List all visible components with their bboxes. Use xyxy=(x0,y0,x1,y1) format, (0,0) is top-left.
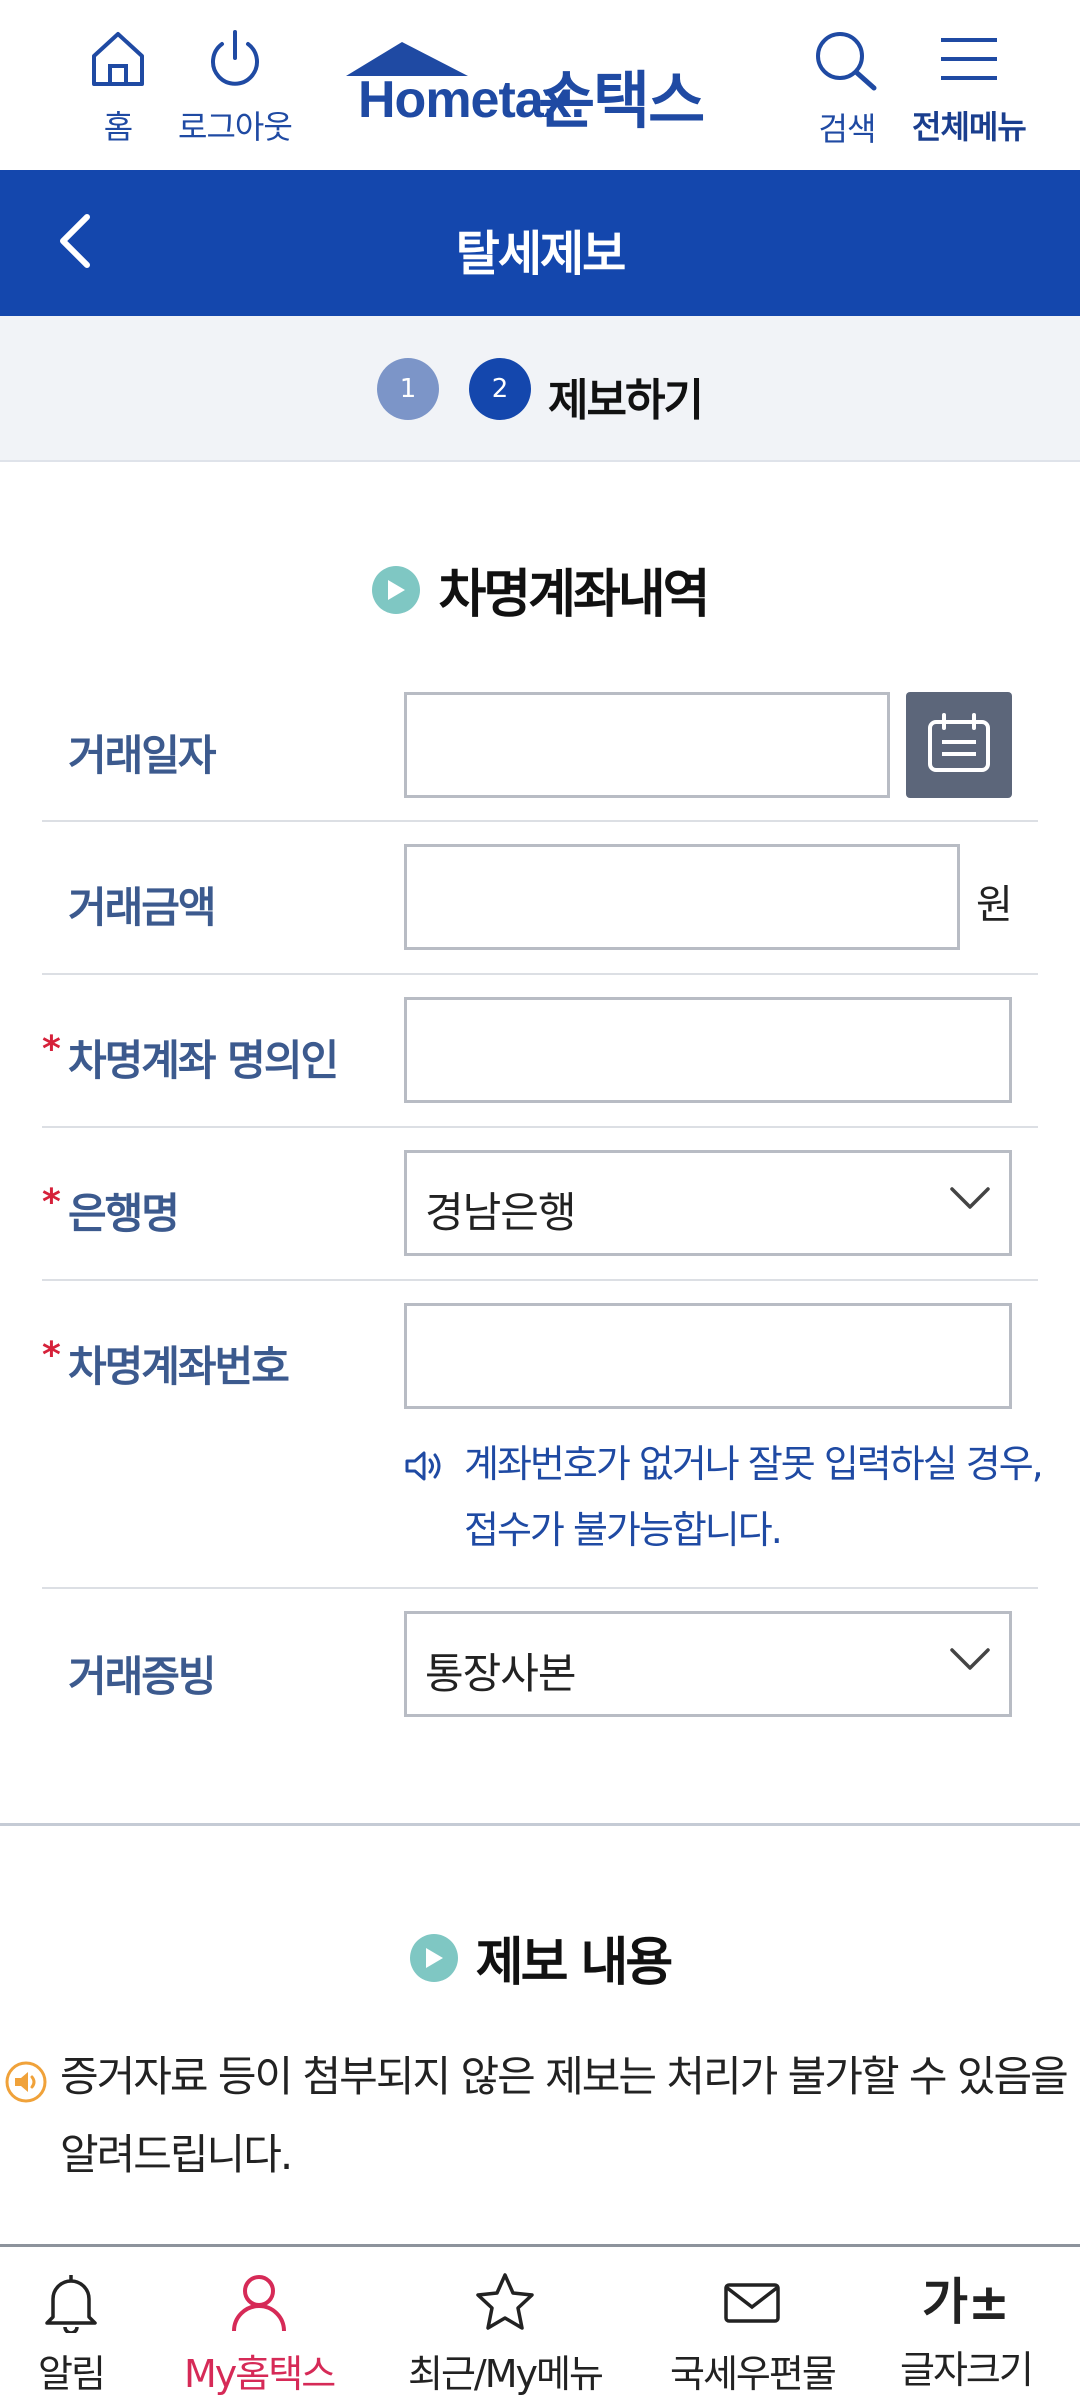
chevron-down-icon xyxy=(949,1646,991,1676)
person-icon xyxy=(230,2271,288,2337)
required-mark: * xyxy=(42,1335,61,1376)
account-number-input[interactable] xyxy=(404,1303,1012,1409)
play-bullet-icon xyxy=(409,1933,458,1982)
home-icon xyxy=(88,28,148,94)
transaction-amount-label: 거래금액 xyxy=(68,883,217,932)
hometax-logo[interactable]: Hometax. 손택스 xyxy=(338,40,748,140)
row-bank-name: * 은행명 경남은행 xyxy=(42,1128,1038,1281)
nav-font-size[interactable]: 가± 글자크기 xyxy=(900,2271,1034,2394)
envelope-icon xyxy=(721,2271,783,2337)
speaker-icon xyxy=(404,1449,446,1487)
star-icon xyxy=(474,2271,536,2337)
nav-recent-label: 최근/My메뉴 xyxy=(408,2352,604,2396)
chevron-down-icon xyxy=(949,1185,991,1215)
font-size-icon: 가± xyxy=(921,2273,1010,2331)
speaker-warning-icon xyxy=(4,2060,48,2108)
account-notice-text: 계좌번호가 없거나 잘못 입력하실 경우, 접수가 불가능합니다. xyxy=(464,1442,1044,1552)
required-mark: * xyxy=(42,1182,61,1223)
step-indicator: 1 2 제보하기 xyxy=(0,316,1080,462)
home-button[interactable]: 홈 xyxy=(88,28,148,148)
row-transaction-date: 거래일자 xyxy=(42,680,1038,822)
row-transaction-proof: 거래증빙 통장사본 xyxy=(42,1589,1038,1745)
bank-select-value: 경남은행 xyxy=(425,1188,577,1237)
nav-alarm[interactable]: 알림 xyxy=(38,2271,106,2398)
search-label: 검색 xyxy=(818,110,877,148)
step-2-circle: 2 xyxy=(469,358,531,420)
nav-my-label: My홈택스 xyxy=(184,2352,336,2396)
section-heading-account: 차명계좌내역 xyxy=(0,552,1080,627)
section-divider xyxy=(0,1823,1080,1826)
transaction-proof-label: 거래증빙 xyxy=(68,1652,217,1701)
proof-select[interactable]: 통장사본 xyxy=(404,1611,1012,1717)
nav-tax-mail[interactable]: 국세우편물 xyxy=(670,2271,837,2398)
amount-unit: 원 xyxy=(976,882,1013,928)
transaction-date-input[interactable] xyxy=(404,692,890,798)
account-holder-label: 차명계좌 명의인 xyxy=(68,1036,339,1085)
transaction-amount-input[interactable] xyxy=(404,844,960,950)
page-title: 탈세제보 xyxy=(455,226,627,282)
full-menu-label: 전체메뉴 xyxy=(912,108,1027,146)
calendar-button[interactable] xyxy=(906,692,1012,798)
proof-select-value: 통장사본 xyxy=(425,1649,577,1698)
home-label: 홈 xyxy=(103,108,133,146)
nav-font-label: 글자크기 xyxy=(900,2348,1034,2392)
bottom-navigation: 알림 My홈택스 최근/My메뉴 국세우편물 가± 글자크기 xyxy=(0,2244,1080,2402)
evidence-warning: 증거자료 등이 첨부되지 않은 제보는 처리가 불가할 수 있음을 알려드립니다… xyxy=(0,2038,1080,2198)
calendar-icon xyxy=(926,712,992,778)
row-account-number: * 차명계좌번호 계좌번호가 없거나 잘못 입력하실 경우, 접수가 불가능합니… xyxy=(42,1281,1044,1589)
logo-korean: 손택스 xyxy=(538,64,705,137)
nav-alarm-label: 알림 xyxy=(38,2352,106,2396)
step-current-label: 제보하기 xyxy=(548,375,704,426)
section-heading-content: 제보 내용 xyxy=(0,1920,1080,1995)
power-icon xyxy=(204,28,266,94)
hamburger-icon xyxy=(937,28,1001,94)
bank-select[interactable]: 경남은행 xyxy=(404,1150,1012,1256)
title-bar: 탈세제보 xyxy=(0,170,1080,316)
required-mark: * xyxy=(42,1029,61,1070)
section-title-account: 차명계좌내역 xyxy=(438,565,710,625)
evidence-warning-text: 증거자료 등이 첨부되지 않은 제보는 처리가 불가할 수 있음을 알려드립니다… xyxy=(60,2052,1069,2179)
search-icon xyxy=(812,28,882,96)
account-number-notice: 계좌번호가 없거나 잘못 입력하실 경우, 접수가 불가능합니다. xyxy=(404,1431,1044,1571)
section-title-content: 제보 내용 xyxy=(475,1933,673,1993)
nav-mail-label: 국세우편물 xyxy=(670,2352,837,2396)
step-1-circle: 1 xyxy=(377,358,439,420)
bank-name-label: 은행명 xyxy=(68,1189,180,1238)
logout-label: 로그아웃 xyxy=(178,108,293,146)
full-menu-button[interactable]: 전체메뉴 xyxy=(912,28,1027,148)
top-header: 홈 로그아웃 Hometax. 손택스 검색 전체메뉴 xyxy=(0,0,1080,170)
logout-button[interactable]: 로그아웃 xyxy=(178,28,293,148)
nav-my-hometax[interactable]: My홈택스 xyxy=(184,2271,336,2398)
row-transaction-amount: 거래금액 원 xyxy=(42,822,1038,975)
bell-icon xyxy=(43,2271,99,2337)
account-number-label: 차명계좌번호 xyxy=(68,1342,290,1391)
nav-recent-menu[interactable]: 최근/My메뉴 xyxy=(408,2271,604,2398)
search-button[interactable]: 검색 xyxy=(812,28,882,150)
row-account-holder: * 차명계좌 명의인 xyxy=(42,975,1038,1128)
transaction-date-label: 거래일자 xyxy=(68,731,217,780)
play-bullet-icon xyxy=(372,565,421,614)
account-holder-input[interactable] xyxy=(404,997,1012,1103)
